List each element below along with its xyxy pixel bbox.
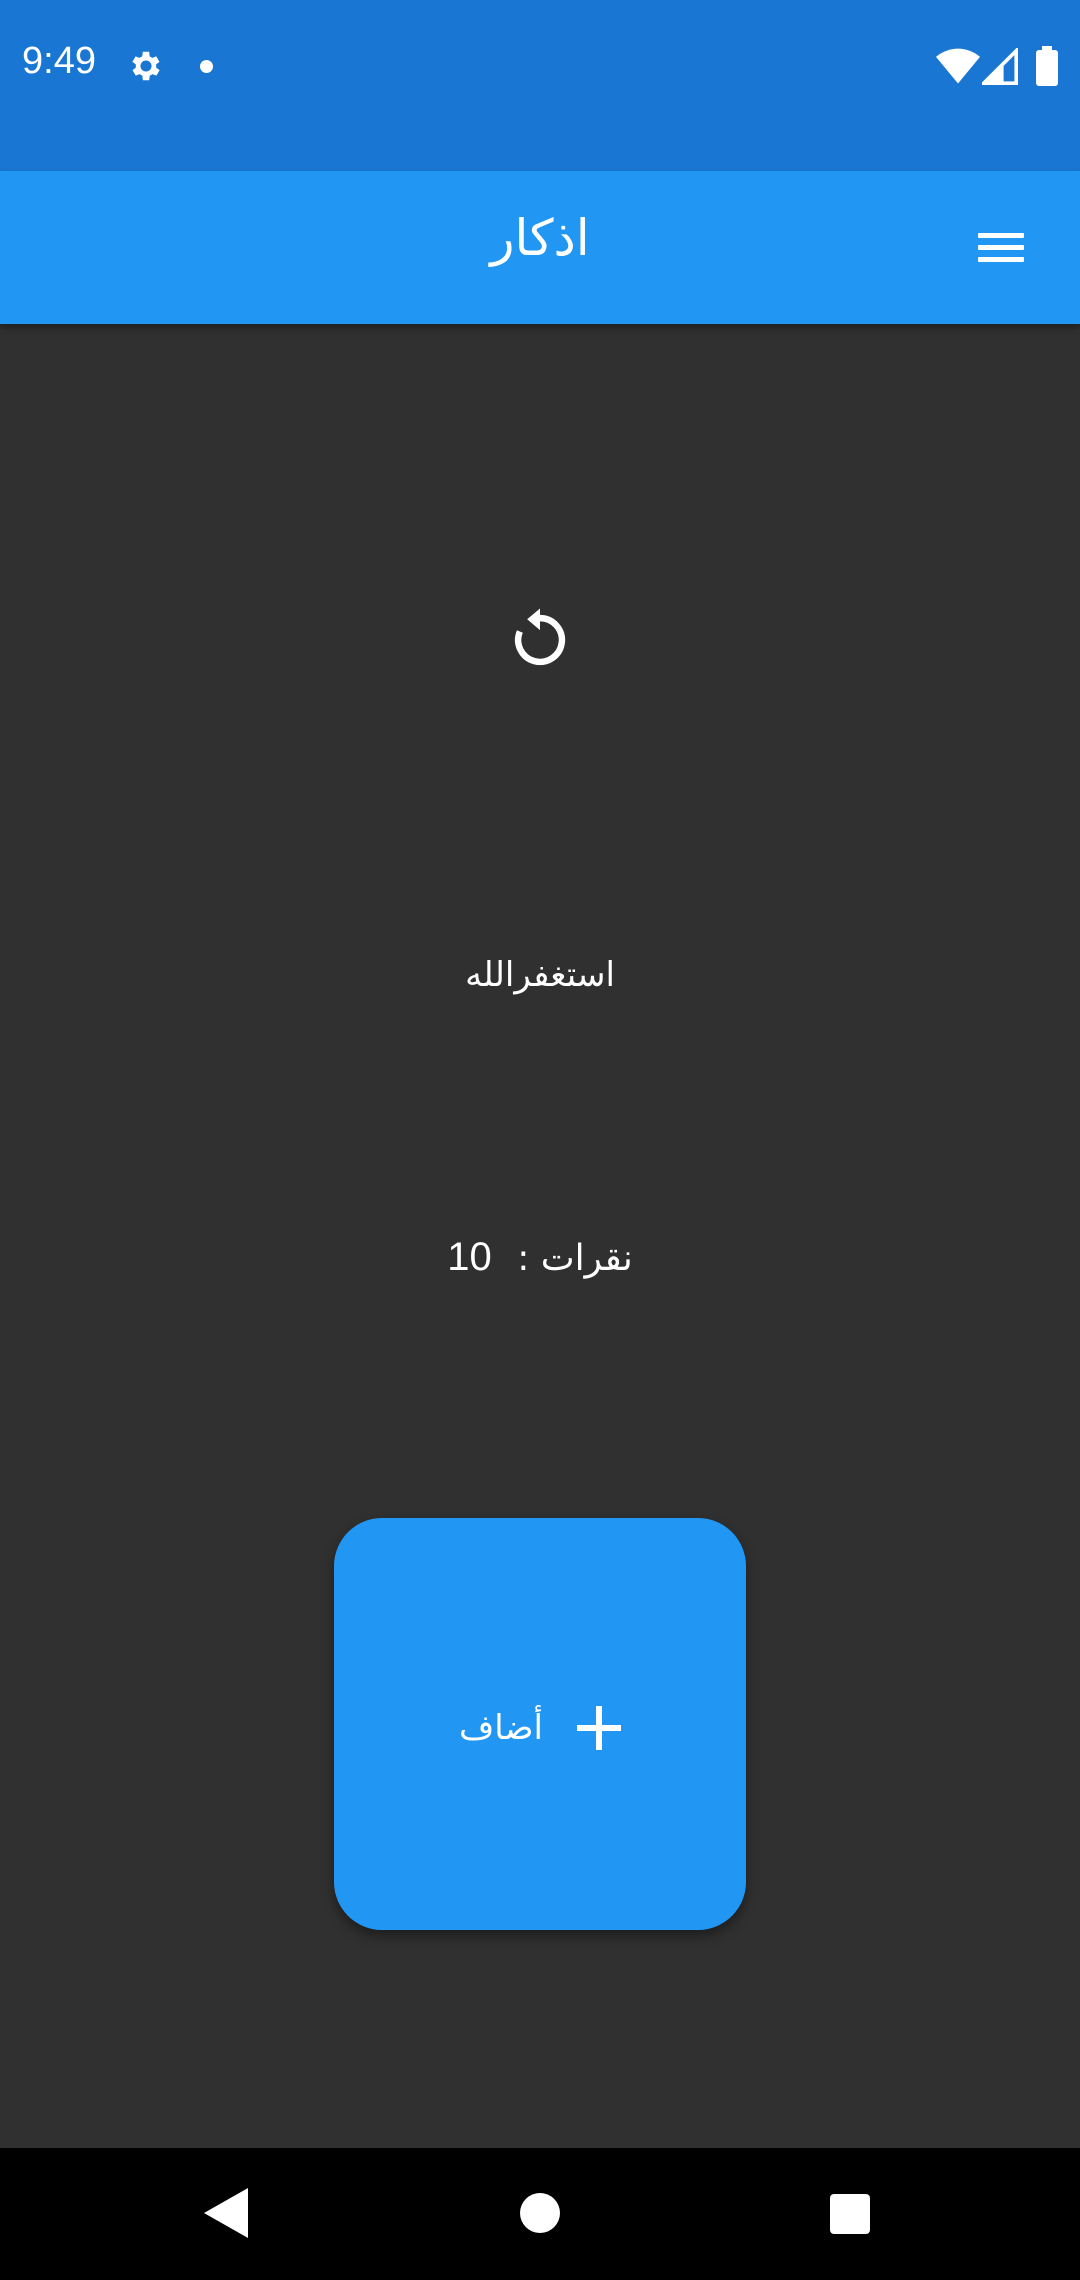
dhikr-text: استغفرالله (465, 955, 615, 995)
app-title: اذكار (490, 209, 590, 267)
navigation-bar (0, 2148, 1080, 2280)
count-label: نقرات : (517, 1238, 633, 1279)
plus-icon (576, 1706, 621, 1750)
count-value: 10 (447, 1235, 492, 1279)
back-icon[interactable] (204, 2188, 248, 2238)
add-button-label: أضاف (459, 1708, 543, 1748)
notification-dot-icon (200, 60, 213, 73)
gear-icon (132, 51, 160, 81)
count-row: 10 نقرات : (0, 1235, 1080, 1280)
battery-icon (1036, 46, 1058, 86)
menu-button[interactable] (970, 221, 1030, 273)
status-time: 9:49 (22, 40, 96, 82)
app-bar: اذكار (0, 171, 1080, 324)
status-bar: 9:49 (0, 0, 1080, 171)
home-icon[interactable] (520, 2193, 560, 2233)
wifi-icon (936, 48, 980, 84)
signal-icon (982, 48, 1018, 85)
refresh-icon[interactable] (505, 605, 575, 675)
add-button[interactable]: أضاف (334, 1518, 746, 1930)
recents-icon[interactable] (830, 2194, 870, 2234)
